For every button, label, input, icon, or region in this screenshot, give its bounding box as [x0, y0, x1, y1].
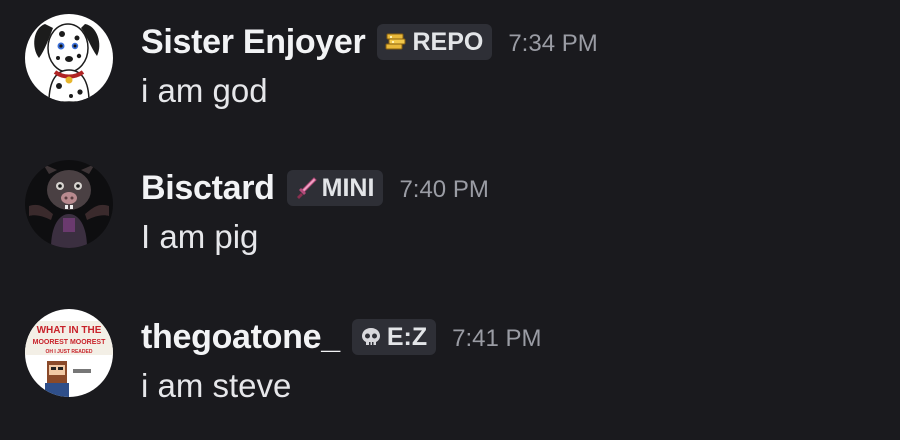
server-tag-label: MINI [321, 173, 375, 202]
server-tag-label: E:Z [386, 322, 428, 351]
timestamp: 7:40 PM [399, 176, 489, 203]
username[interactable]: Bisctard [141, 169, 275, 208]
message-header: Bisctard MINI 7:40 PM [141, 166, 489, 210]
message-item: Bisctard MINI 7:40 PM I am pig [0, 146, 900, 266]
dalmatian-dog-avatar [25, 14, 113, 102]
message-content: i am god [141, 72, 268, 109]
message-header: Sister Enjoyer REPO 7:34 PM [141, 20, 598, 64]
meme-line-2: MOOREST MOOREST [33, 339, 106, 346]
server-tag[interactable]: MINI [286, 170, 384, 206]
message-header: thegoatone_ E:Z 7:41 PM [141, 315, 542, 359]
username[interactable]: Sister Enjoyer [141, 23, 366, 62]
skull-icon [358, 324, 384, 350]
timestamp: 7:34 PM [508, 30, 598, 57]
message-item: Sister Enjoyer REPO 7:34 PM i am god [0, 0, 900, 120]
meme-text-avatar: WHAT IN THE MOOREST MOOREST OH I JUST RE… [25, 309, 113, 397]
message-content: I am pig [141, 218, 259, 255]
message-content: i am steve [141, 367, 292, 404]
pig-character-avatar [25, 160, 113, 248]
username[interactable]: thegoatone_ [141, 318, 340, 357]
message-item: WHAT IN THE MOOREST MOOREST OH I JUST RE… [0, 295, 900, 415]
avatar[interactable] [25, 14, 113, 102]
avatar[interactable] [25, 160, 113, 248]
server-tag-label: REPO [412, 27, 484, 56]
pink-sword-icon [293, 175, 319, 201]
server-tag[interactable]: REPO [377, 24, 493, 60]
server-tag[interactable]: E:Z [351, 319, 437, 355]
timestamp: 7:41 PM [452, 325, 542, 352]
avatar[interactable]: WHAT IN THE MOOREST MOOREST OH I JUST RE… [25, 309, 113, 397]
meme-line-3: OH I JUST READED [46, 349, 93, 355]
meme-line-1: WHAT IN THE [37, 325, 102, 336]
gold-coins-icon [383, 29, 409, 55]
